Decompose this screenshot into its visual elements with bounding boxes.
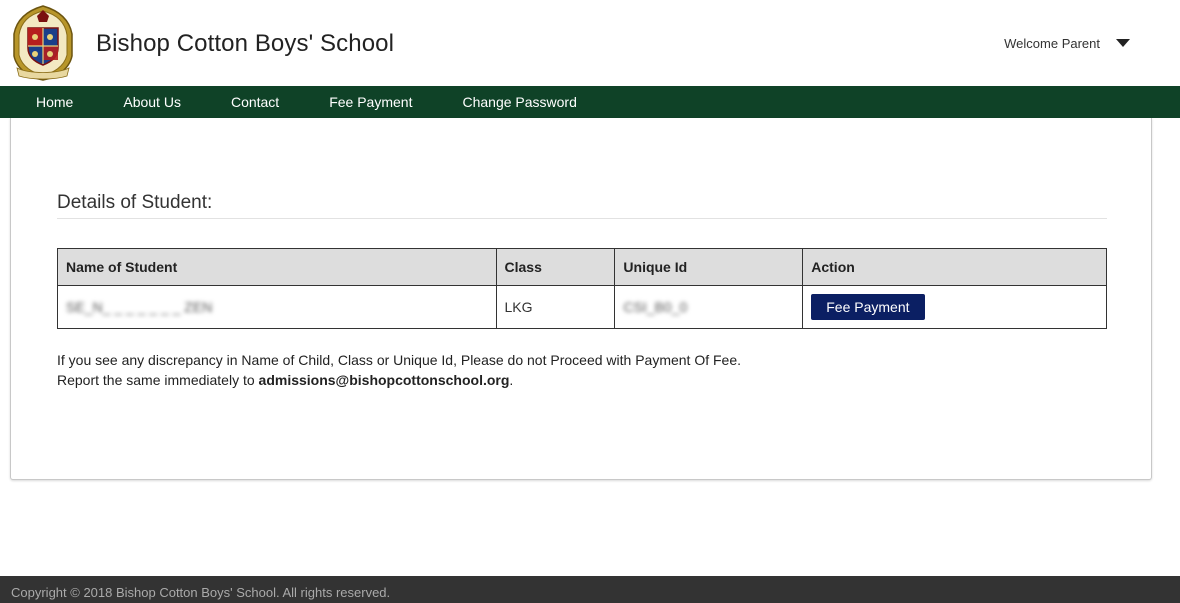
notice-prefix: Report the same immediately to [57,372,259,388]
unique-id: CSI_B0_0 [623,299,688,315]
content-panel: Details of Student: Name of Student Clas… [10,118,1152,480]
header-action: Action [802,248,1107,286]
main-nav: Home About Us Contact Fee Payment Change… [0,86,1180,118]
notice-suffix: . [509,372,514,388]
notice-line-2: Report the same immediately to admission… [57,370,741,390]
copyright-text: Copyright © 2018 Bishop Cotton Boys' Sch… [11,585,391,600]
cell-action: Fee Payment [802,285,1107,329]
site-footer: Copyright © 2018 Bishop Cotton Boys' Sch… [0,576,1180,603]
table-header-row: Name of Student Class Unique Id Action [57,248,1107,286]
school-crest-icon[interactable] [9,4,77,82]
header-unique-id: Unique Id [614,248,804,286]
fee-payment-button[interactable]: Fee Payment [811,294,925,320]
student-name: SE_N_ _ _ _ _ _ _ ZEN [66,299,213,315]
school-name: Bishop Cotton Boys' School [96,30,395,57]
cell-class: LKG [495,285,616,329]
cell-unique-id: CSI_B0_0 [614,285,804,329]
notice-line-1: If you see any discrepancy in Name of Ch… [57,352,742,368]
table-row: SE_N_ _ _ _ _ _ _ ZEN LKG CSI_B0_0 Fee P… [57,285,1107,329]
caret-down-icon[interactable] [1116,38,1130,47]
nav-contact[interactable]: Contact [231,94,279,110]
nav-change-password[interactable]: Change Password [462,94,576,110]
header-class: Class [495,248,616,286]
header-name-of-student: Name of Student [57,248,497,286]
nav-fee-payment[interactable]: Fee Payment [329,94,412,110]
student-details-table: Name of Student Class Unique Id Action S… [57,248,1107,329]
discrepancy-notice: If you see any discrepancy in Name of Ch… [57,350,741,390]
section-title: Details of Student: [57,192,1107,219]
user-menu[interactable]: Welcome Parent [1004,36,1130,51]
welcome-text: Welcome Parent [1004,36,1100,51]
nav-about-us[interactable]: About Us [123,94,181,110]
admissions-email: admissions@bishopcottonschool.org [258,372,510,388]
cell-student-name: SE_N_ _ _ _ _ _ _ ZEN [57,285,497,329]
site-header: Bishop Cotton Boys' School Welcome Paren… [0,0,1180,86]
nav-home[interactable]: Home [36,94,73,110]
